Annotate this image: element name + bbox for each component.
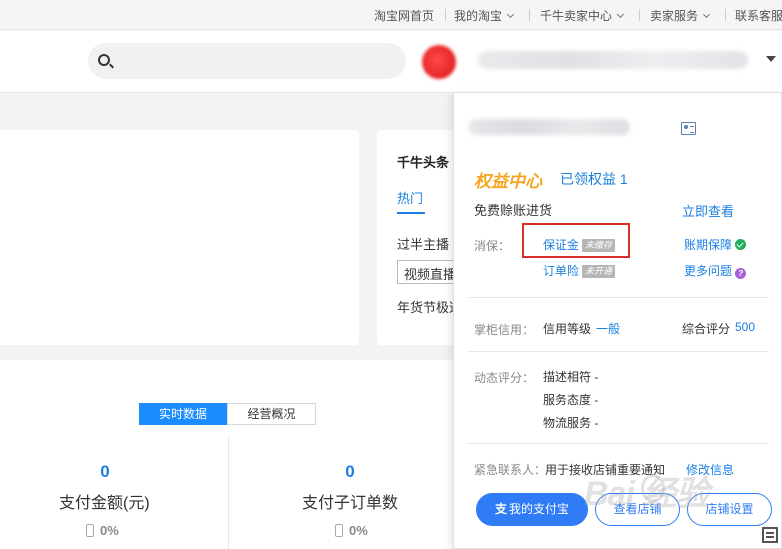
divider xyxy=(468,443,769,444)
caret-down-icon[interactable] xyxy=(766,56,776,62)
chevron-down-icon xyxy=(702,10,711,19)
mobile-icon xyxy=(335,524,343,537)
chevron-down-icon xyxy=(506,10,515,19)
more-questions-link[interactable]: 更多问题? xyxy=(684,262,747,279)
overall-score-label: 综合评分 xyxy=(682,322,731,336)
menu-icon[interactable] xyxy=(762,527,778,543)
nav-my-taobao[interactable]: 我的淘宝 xyxy=(454,7,515,24)
data-overview-area xyxy=(0,360,460,549)
mobile-icon xyxy=(86,524,94,537)
divider xyxy=(468,351,769,352)
shop-name-blurred xyxy=(468,119,630,135)
order-insurance-label: 订单险 xyxy=(543,264,580,278)
free-credit-text: 免费赊账进货 xyxy=(474,203,553,218)
check-circle-icon xyxy=(735,239,747,250)
rights-center-title[interactable]: 权益中心 xyxy=(474,167,542,192)
main-card xyxy=(0,130,359,345)
avatar[interactable] xyxy=(422,45,456,79)
tab-realtime-data[interactable]: 实时数据 xyxy=(139,403,227,425)
my-alipay-label: 我的支付宝 xyxy=(509,502,570,516)
header xyxy=(0,31,782,93)
metric-pct-text: 0% xyxy=(349,523,368,538)
tab-business-overview[interactable]: 经营概况 xyxy=(227,403,316,425)
credit-level-label: 信用等级 xyxy=(543,322,592,336)
nav-seller-center-label: 千牛卖家中心 xyxy=(540,9,613,23)
nav-my-taobao-label: 我的淘宝 xyxy=(454,9,503,23)
divider xyxy=(468,297,769,298)
metric-sub-orders-label: 支付子订单数 xyxy=(302,495,399,512)
order-insurance-link[interactable]: 订单险 未开通 xyxy=(543,262,616,279)
account-name-blurred[interactable] xyxy=(478,51,748,69)
toutiao-headline-1[interactable]: 过半主播 xyxy=(397,234,449,253)
top-nav-bar: 淘宝网首页 我的淘宝 千牛卖家中心 卖家服务 联系客服 xyxy=(0,0,782,30)
billing-guarantee-label: 账期保障 xyxy=(684,238,733,252)
rating-description: 描述相符 - xyxy=(543,370,599,384)
nav-seller-center[interactable]: 千牛卖家中心 xyxy=(540,7,625,24)
id-card-icon[interactable] xyxy=(681,122,696,135)
search-input[interactable] xyxy=(88,43,406,79)
nav-taobao-home[interactable]: 淘宝网首页 xyxy=(374,7,434,24)
highlight-box xyxy=(522,223,630,258)
nav-separator xyxy=(725,9,726,21)
chevron-down-icon xyxy=(616,10,625,19)
nav-contact-service[interactable]: 联系客服 xyxy=(735,7,782,24)
rights-claimed-link[interactable]: 已领权益 1 xyxy=(560,169,628,189)
billing-guarantee-link[interactable]: 账期保障 xyxy=(684,236,747,253)
dynamic-rating-label: 动态评分： xyxy=(474,371,535,385)
metric-pay-amount-label: 支付金额(元) xyxy=(59,495,150,512)
credit-label: 掌柜信用： xyxy=(474,323,535,337)
watermark: Bai 经验 xyxy=(584,475,709,513)
view-now-link[interactable]: 立即查看 xyxy=(682,201,734,220)
consumer-protect-label: 消保： xyxy=(474,239,511,253)
rating-service: 服务态度 - xyxy=(543,393,599,407)
metric-sub-orders-change: 0% xyxy=(335,523,368,538)
credit-level-value[interactable]: 一般 xyxy=(596,320,620,337)
nav-separator xyxy=(529,9,530,21)
nav-separator xyxy=(445,9,446,21)
question-icon: ? xyxy=(735,268,747,279)
nav-separator xyxy=(639,9,640,21)
rating-logistics: 物流服务 - xyxy=(543,416,599,430)
divider xyxy=(228,436,229,549)
search-icon xyxy=(98,54,110,66)
my-alipay-button[interactable]: 支我的支付宝 xyxy=(476,493,588,526)
metric-pay-amount-value: 0 xyxy=(100,462,110,481)
tab-hot[interactable]: 热门 xyxy=(397,188,423,207)
emergency-contact-label: 紧急联系人： xyxy=(474,463,547,477)
status-badge: 未开通 xyxy=(582,265,616,278)
metric-pct-text: 0% xyxy=(100,523,119,538)
metric-pay-amount-change: 0% xyxy=(86,523,119,538)
overall-score-value[interactable]: 500 xyxy=(735,320,755,334)
more-questions-label: 更多问题 xyxy=(684,264,733,278)
nav-seller-service[interactable]: 卖家服务 xyxy=(650,7,711,24)
tab-active-indicator xyxy=(397,212,425,214)
toutiao-title: 千牛头条 xyxy=(397,155,450,170)
metric-sub-orders-value: 0 xyxy=(345,462,355,481)
nav-seller-service-label: 卖家服务 xyxy=(650,9,699,23)
watermark-paw-icon xyxy=(641,474,665,502)
alipay-icon: 支 xyxy=(494,502,507,516)
